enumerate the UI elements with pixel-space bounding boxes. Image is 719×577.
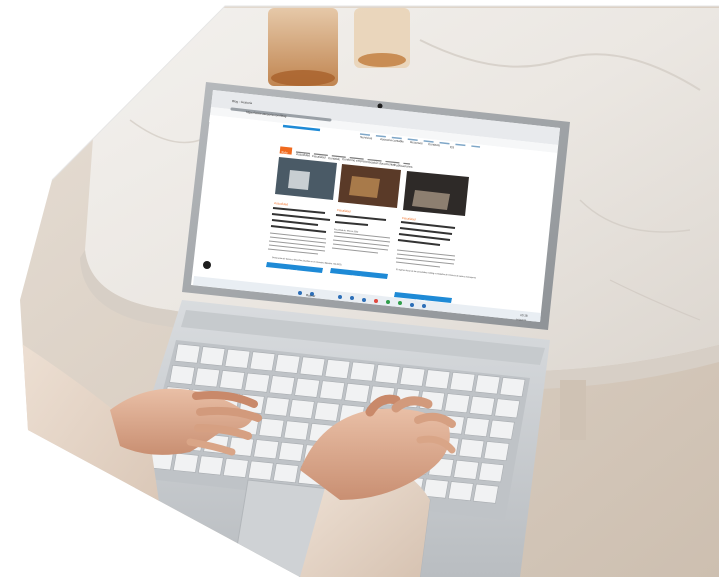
glass-right	[354, 8, 410, 68]
keyboard-key	[288, 399, 315, 420]
keyboard-key	[258, 417, 285, 438]
keyboard-key	[313, 401, 340, 422]
keyboard-key	[319, 380, 346, 401]
keyboard-key	[463, 417, 490, 438]
keyboard-key	[488, 419, 515, 440]
glass-left	[268, 8, 338, 86]
keyboard-key	[224, 348, 251, 369]
keyboard-key	[424, 369, 451, 390]
keyboard-key	[458, 438, 485, 459]
keyboard-key	[294, 377, 321, 398]
keyboard-key	[483, 441, 510, 461]
keyboard-key	[199, 346, 226, 367]
keyboard-key	[478, 462, 505, 483]
keyboard-key	[447, 481, 474, 502]
nav-language: ES	[450, 145, 454, 149]
keyboard-key	[219, 370, 246, 391]
keyboard-key	[272, 463, 299, 484]
laptop-screen	[191, 90, 560, 322]
keyboard-key	[222, 458, 249, 478]
keyboard-key	[344, 383, 371, 403]
keyboard-key	[197, 455, 224, 476]
keyboard-key	[253, 439, 280, 460]
keyboard-key	[269, 375, 296, 396]
keyboard-key	[283, 420, 310, 441]
keyboard-key	[449, 371, 476, 392]
keyboard-key	[453, 459, 480, 480]
keyboard-key	[324, 359, 351, 379]
keyboard-key	[244, 372, 271, 393]
keyboard-key	[499, 377, 526, 397]
keyboard-key	[263, 396, 290, 417]
keyboard-key	[469, 395, 496, 416]
keyboard-key	[444, 393, 471, 414]
keyboard-key	[349, 361, 376, 382]
keyboard-key	[274, 353, 301, 374]
keyboard-key	[194, 367, 221, 388]
keyboard-key	[172, 452, 199, 473]
category-all: Todo	[281, 150, 288, 155]
keyboard-key	[174, 343, 201, 364]
keyboard-key	[299, 356, 326, 377]
keyboard-key	[422, 478, 449, 499]
taskbar-time: 10:18	[520, 313, 528, 318]
keyboard-key	[247, 460, 274, 481]
keyboard-key	[249, 351, 276, 372]
keyboard-key	[474, 374, 501, 395]
keyboard-key	[494, 398, 521, 419]
keyboard-key	[374, 364, 401, 385]
keyboard-key	[472, 483, 499, 504]
laptop-photo: Blog - Gestoria https://www.asesoria.com…	[20, 5, 719, 577]
keyboard-key	[278, 441, 305, 462]
keyboard-key	[169, 365, 196, 385]
keyboard-key	[399, 366, 426, 387]
